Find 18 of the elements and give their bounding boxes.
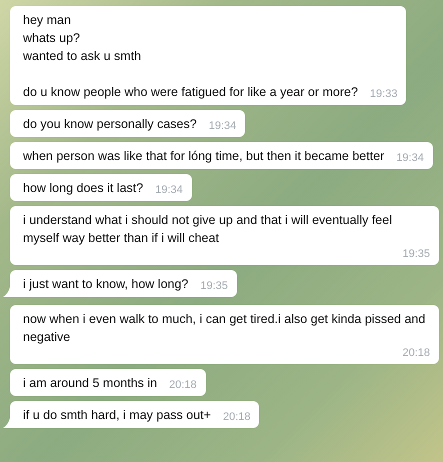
message-time: 19:35 — [199, 279, 228, 293]
message-time: 19:34 — [395, 151, 424, 165]
message-time: 19:33 — [368, 87, 398, 101]
message-time: 19:35 — [401, 247, 430, 261]
message-text: how long does it last? — [23, 180, 144, 197]
message-text: i understand what i should not give up and that i will eventually feel myself way better than if i will cheat — [23, 212, 393, 247]
message-text: do you know personally cases? — [23, 116, 197, 133]
message-text: hey man whats up? wanted to ask u smth do u know people who were fatigued for like a year or more? — [23, 12, 358, 101]
message-text: i am around 5 months in — [23, 375, 158, 392]
message-time: 19:34 — [154, 183, 183, 197]
message-text: now when i even walk to much, i can get tired.i also get kinda pissed and negative — [23, 311, 426, 346]
message-text: i just want to know, how long? — [23, 276, 188, 293]
message-time: 20:18 — [168, 378, 197, 392]
message-time: 19:34 — [208, 119, 236, 133]
message-time: 20:18 — [401, 346, 430, 360]
message-text: if u do smth hard, i may pass out+ — [23, 407, 211, 424]
message-text: when person was like that for lóng time, but then it became better — [23, 148, 384, 165]
message-time: 20:18 — [222, 410, 250, 424]
